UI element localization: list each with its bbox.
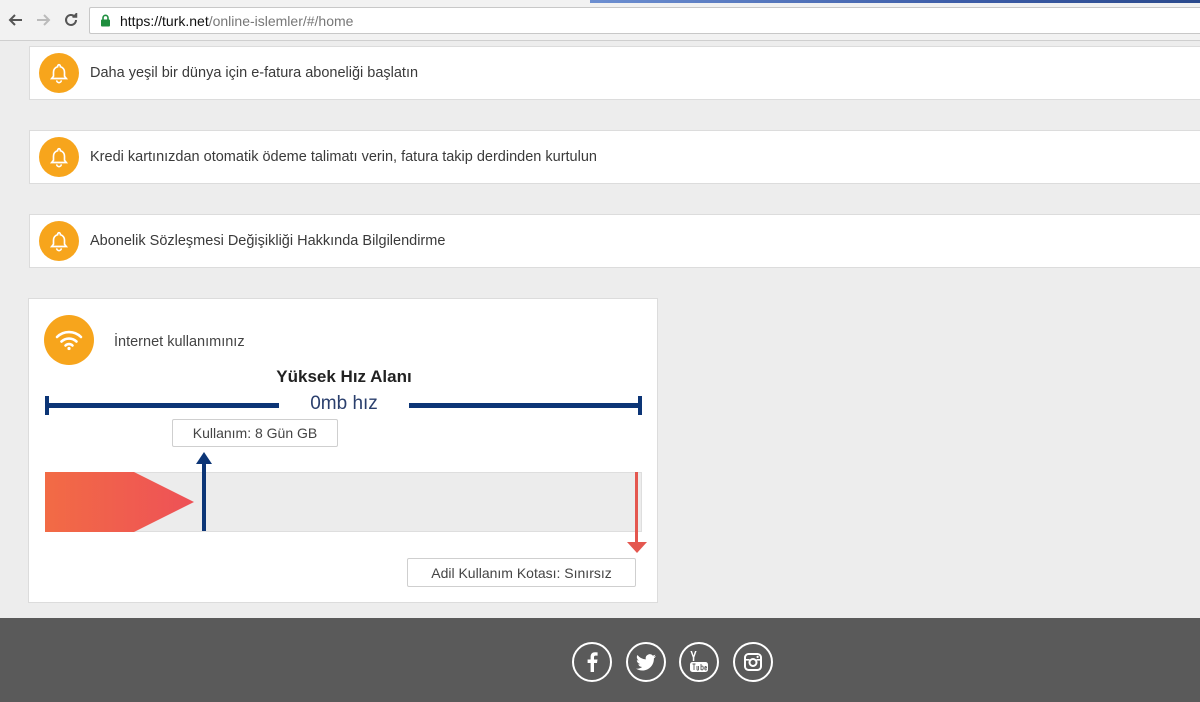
- notification-efatura[interactable]: Daha yeşil bir dünya için e-fatura abone…: [29, 46, 1200, 100]
- wifi-icon: [44, 315, 94, 365]
- bell-icon: [39, 137, 79, 177]
- notification-text: Abonelik Sözleşmesi Değişikliği Hakkında…: [90, 233, 446, 249]
- internet-usage-card: İnternet kullanımınız Yüksek Hız Alanı 0…: [28, 298, 658, 603]
- arrow-left-icon: [8, 14, 22, 26]
- youtube-icon[interactable]: [679, 642, 719, 682]
- twitter-icon[interactable]: [626, 642, 666, 682]
- speed-range-line-left: [47, 403, 279, 408]
- arrow-right-icon: [37, 14, 51, 26]
- browser-toolbar: https://turk.net/online-islemler/#/home: [0, 0, 1200, 41]
- window-titlebar-strip: [590, 0, 1200, 3]
- forward-button[interactable]: [33, 10, 53, 30]
- speed-range-cap-right: [638, 396, 642, 415]
- bell-icon: [39, 53, 79, 93]
- footer: [0, 618, 1200, 702]
- speed-area-title: Yüksek Hız Alanı: [276, 367, 412, 386]
- usage-progress-fill: [45, 472, 194, 532]
- usage-marker-line: [202, 462, 206, 531]
- reload-button[interactable]: [61, 10, 81, 30]
- notification-text: Kredi kartınızdan otomatik ödeme talimat…: [90, 149, 597, 165]
- instagram-icon[interactable]: [733, 642, 773, 682]
- bell-icon: [39, 221, 79, 261]
- back-button[interactable]: [6, 10, 26, 30]
- url-text: https://turk.net/online-islemler/#/home: [120, 12, 354, 29]
- address-bar[interactable]: https://turk.net/online-islemler/#/home: [89, 7, 1200, 34]
- quota-marker-line: [635, 472, 638, 544]
- quota-marker-arrow-icon: [627, 542, 647, 553]
- reload-icon: [65, 13, 78, 26]
- notification-contract-change[interactable]: Abonelik Sözleşmesi Değişikliği Hakkında…: [29, 214, 1200, 268]
- lock-icon: [101, 14, 110, 27]
- fair-usage-quota-label: Adil Kullanım Kotası: Sınırsız: [407, 558, 636, 587]
- notification-auto-payment[interactable]: Kredi kartınızdan otomatik ödeme talimat…: [29, 130, 1200, 184]
- speed-value: 0mb hız: [310, 393, 378, 414]
- usage-amount-label: Kullanım: 8 Gün GB: [172, 419, 338, 447]
- usage-title: İnternet kullanımınız: [114, 334, 245, 350]
- speed-range-line-right: [409, 403, 641, 408]
- facebook-icon[interactable]: [572, 642, 612, 682]
- notification-text: Daha yeşil bir dünya için e-fatura abone…: [90, 65, 419, 81]
